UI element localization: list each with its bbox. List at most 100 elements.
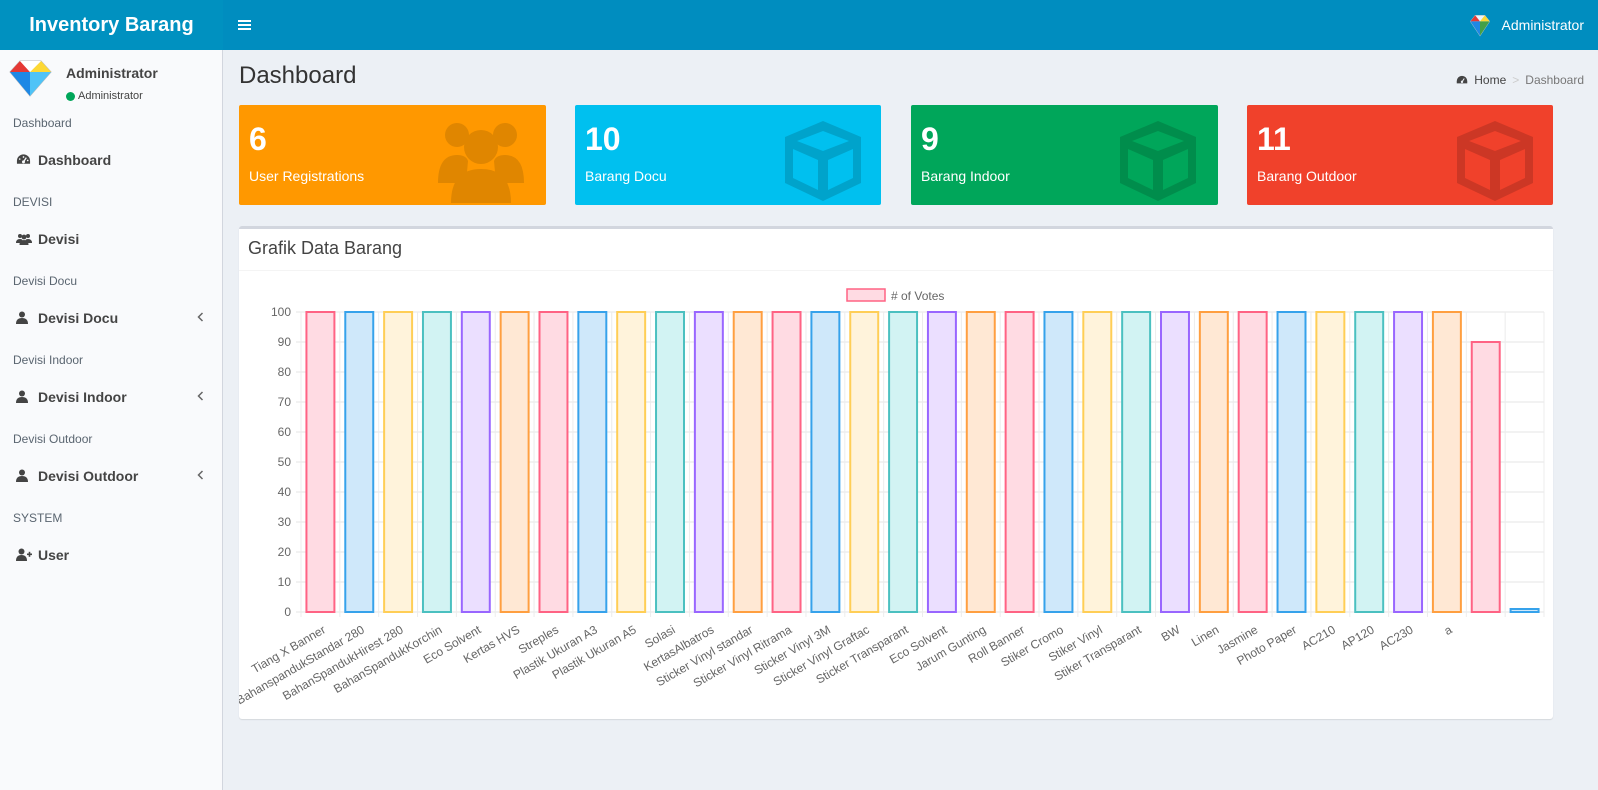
- x-tick-label: AP120: [1338, 622, 1376, 652]
- sidebar-item-devisi-indoor[interactable]: Devisi Indoor: [0, 372, 222, 421]
- sidebar-item-devisi[interactable]: Devisi: [0, 214, 222, 263]
- y-tick-label: 60: [278, 425, 292, 439]
- header-user-name: Administrator: [1501, 17, 1584, 33]
- user-plus-icon: [16, 548, 32, 561]
- sidebar-header-devisi-docu: Devisi Docu: [13, 274, 78, 288]
- sidebar: Administrator Administrator Dashboard Da…: [0, 50, 223, 790]
- chart-bar: [1198, 311, 1229, 613]
- sidebar-toggle-button[interactable]: [223, 0, 267, 50]
- chart-bar: [1004, 311, 1035, 613]
- user-menu[interactable]: Administrator: [1468, 0, 1584, 50]
- sidebar-item-label: User: [38, 546, 70, 563]
- stat-value: 10: [585, 121, 621, 157]
- chart-bar: [655, 311, 685, 613]
- sidebar-item-label: Devisi Indoor: [38, 388, 127, 405]
- users-icon: [16, 233, 32, 245]
- x-tick-label: BW: [1159, 622, 1183, 644]
- stat-value: 11: [1257, 121, 1291, 157]
- sidebar-header-devisi-outdoor: Devisi Outdoor: [13, 432, 93, 446]
- chart-bar: [849, 311, 880, 613]
- online-status-icon: [66, 91, 75, 101]
- cube-icon: [785, 121, 861, 201]
- sidebar-header-dashboard: Dashboard: [13, 116, 72, 130]
- top-navbar: Inventory Barang Administrator: [0, 0, 1598, 50]
- sidebar-header-system: SYSTEM: [13, 511, 63, 525]
- chart-bar: [1509, 608, 1540, 613]
- chart-bar: [460, 311, 491, 613]
- user-icon: [16, 469, 28, 482]
- sidebar-header-devisi-indoor: Devisi Indoor: [13, 353, 84, 367]
- x-tick-label: a: [1442, 622, 1455, 638]
- stat-label: Barang Indoor: [921, 168, 1010, 184]
- chevron-left-icon: [197, 468, 204, 483]
- stat-box-barang-docu[interactable]: 10 Barang Docu: [575, 105, 881, 205]
- y-tick-label: 50: [278, 455, 292, 469]
- y-tick-label: 90: [278, 335, 292, 349]
- stat-box-barang-outdoor[interactable]: 11 Barang Outdoor: [1247, 105, 1553, 205]
- stat-box-user-registrations[interactable]: 6 User Registrations: [239, 105, 546, 205]
- chart-bar: [1160, 311, 1190, 613]
- chart-bar: [1043, 311, 1074, 613]
- diamond-avatar-icon: [9, 60, 52, 97]
- chart-bar: [499, 311, 530, 613]
- sidebar-item-label: Dashboard: [38, 151, 112, 168]
- sidebar-user-name: Administrator: [66, 65, 158, 81]
- cube-icon: [1457, 121, 1533, 201]
- stat-label: Barang Outdoor: [1257, 168, 1357, 184]
- y-tick-label: 0: [284, 605, 291, 619]
- page-title: Dashboard: [239, 62, 357, 89]
- stat-label: Barang Docu: [585, 168, 667, 184]
- chevron-left-icon: [197, 310, 204, 325]
- breadcrumb-current: Dashboard: [1525, 73, 1584, 87]
- stat-label: User Registrations: [249, 168, 365, 184]
- chart-bar: [383, 311, 414, 613]
- users-icon: [438, 123, 524, 203]
- sidebar-item-label: Devisi: [38, 230, 80, 247]
- chart-bar: [344, 311, 375, 613]
- breadcrumb: Home > Dashboard: [1456, 73, 1584, 87]
- chart-bar: [1393, 311, 1424, 613]
- y-tick-label: 40: [278, 485, 292, 499]
- sidebar-item-label: Devisi Outdoor: [38, 467, 139, 484]
- legend-label: # of Votes: [891, 289, 944, 303]
- chart-bar: [616, 311, 647, 613]
- chart-bar: [1431, 311, 1462, 613]
- chart-bar: [1121, 311, 1152, 613]
- chart-bar: [771, 311, 802, 613]
- chart-bar: [926, 311, 957, 613]
- chart-bar: [538, 311, 569, 613]
- chart-bar: [888, 311, 919, 613]
- chevron-left-icon: [197, 389, 204, 404]
- legend-swatch: [846, 288, 886, 302]
- sidebar-item-dashboard[interactable]: Dashboard: [0, 135, 222, 184]
- sidebar-item-user[interactable]: User: [0, 530, 222, 579]
- chart-bar: [305, 311, 336, 613]
- y-tick-label: 80: [278, 365, 292, 379]
- user-icon: [16, 390, 28, 403]
- bar-chart: 0102030405060708090100Tiang X BannerBaha…: [239, 288, 1545, 707]
- chart-bar: [1237, 311, 1268, 613]
- breadcrumb-home-link[interactable]: Home: [1474, 73, 1506, 87]
- y-tick-label: 30: [278, 515, 292, 529]
- brand-logo[interactable]: Inventory Barang: [0, 0, 223, 50]
- x-tick-label: AC210: [1299, 622, 1338, 653]
- sidebar-item-devisi-outdoor[interactable]: Devisi Outdoor: [0, 451, 222, 500]
- chart-bar: [693, 311, 724, 613]
- chart-panel: Grafik Data Barang 0 10 20 30 40 50 60 70 80 90 10…: [239, 226, 1553, 719]
- dashboard-icon: [1457, 75, 1468, 84]
- chart-bar: [732, 311, 763, 613]
- stat-value: 9: [921, 121, 939, 157]
- y-tick-label: 10: [278, 575, 292, 589]
- chart-bar: [1276, 311, 1307, 613]
- chart-bar: [965, 311, 996, 613]
- sidebar-item-devisi-docu[interactable]: Devisi Docu: [0, 293, 222, 342]
- chart-bar: [577, 311, 608, 613]
- y-tick-label: 100: [271, 305, 291, 319]
- stat-box-barang-indoor[interactable]: 9 Barang Indoor: [911, 105, 1218, 205]
- chart-bar: [1082, 311, 1113, 613]
- dashboard-icon: [16, 154, 31, 164]
- chart-bar: [1315, 311, 1346, 613]
- sidebar-user-panel: Administrator Administrator: [0, 50, 222, 105]
- sidebar-header-devisi: DEVISI: [13, 195, 53, 209]
- chart-bar: [1354, 311, 1385, 613]
